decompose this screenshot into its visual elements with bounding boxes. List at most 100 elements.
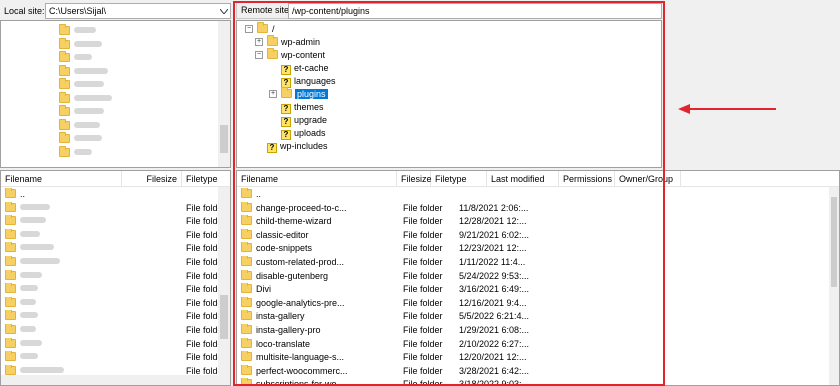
folder-icon <box>5 188 16 198</box>
file-name: .. <box>20 189 26 199</box>
redacted-text <box>20 244 54 251</box>
file-type: File folder <box>186 257 218 267</box>
local-file-row[interactable]: File folder <box>1 283 218 297</box>
local-path-dropdown-icon[interactable] <box>218 4 230 18</box>
folder-icon <box>5 310 16 321</box>
redacted-text <box>74 81 104 87</box>
local-tree-item[interactable] <box>59 105 104 119</box>
local-file-row[interactable]: File folder <box>1 310 218 324</box>
file-type: File folder <box>186 338 218 349</box>
redacted-text <box>20 217 46 224</box>
folder-icon <box>5 201 16 212</box>
local-file-row[interactable]: File folder <box>1 201 218 216</box>
local-list-scrollbar[interactable] <box>218 187 230 375</box>
local-tree-item[interactable] <box>59 78 104 92</box>
redacted-text <box>74 27 96 33</box>
folder-icon <box>5 228 16 239</box>
local-site-label: Local site: <box>4 6 45 16</box>
redacted-text <box>20 326 36 332</box>
redacted-text <box>20 203 50 210</box>
file-type: File folder <box>186 284 218 295</box>
file-type: File folder <box>186 229 218 240</box>
redacted-text <box>20 285 38 292</box>
local-tree-item[interactable] <box>59 51 92 65</box>
local-tree-item[interactable] <box>59 91 112 106</box>
folder-icon <box>59 37 70 49</box>
redacted-text <box>74 121 100 128</box>
redacted-text <box>74 135 102 141</box>
folder-icon <box>59 78 70 89</box>
folder-icon <box>59 91 70 103</box>
highlight-box <box>233 1 665 386</box>
local-tree-panel[interactable] <box>0 20 231 168</box>
local-col-filetype[interactable]: Filetype <box>182 171 230 187</box>
redacted-text <box>20 339 42 346</box>
local-tree-scrollbar[interactable] <box>218 21 230 167</box>
local-path-input[interactable]: C:\Users\Sijal\ <box>45 3 231 19</box>
local-file-row[interactable]: File folder <box>1 256 218 270</box>
local-tree-scroll-thumb[interactable] <box>220 125 228 153</box>
local-file-row[interactable]: File folder <box>1 269 218 284</box>
folder-icon <box>5 296 16 307</box>
folder-icon <box>5 351 16 362</box>
folder-icon <box>59 24 70 35</box>
local-tree-item[interactable] <box>59 37 102 52</box>
redacted-text <box>74 148 92 155</box>
folder-icon <box>59 145 70 157</box>
folder-icon <box>5 269 16 280</box>
folder-icon <box>5 364 16 375</box>
local-file-row[interactable]: File folder <box>1 215 218 229</box>
redacted-text <box>74 40 102 47</box>
local-list-scroll-thumb[interactable] <box>220 295 228 339</box>
local-file-row[interactable]: .. <box>1 188 218 202</box>
red-arrow-icon <box>678 104 776 114</box>
redacted-text <box>20 366 64 373</box>
remote-list-scrollbar[interactable] <box>829 187 839 385</box>
local-col-filename[interactable]: Filename <box>1 171 122 187</box>
file-type: File folder <box>186 270 218 281</box>
local-tree-item[interactable] <box>59 24 96 38</box>
file-type: File folder <box>186 297 218 308</box>
local-file-row[interactable]: File folder <box>1 337 218 352</box>
local-path-text: C:\Users\Sijal\ <box>49 6 107 16</box>
local-file-row[interactable]: File folder <box>1 351 218 365</box>
local-file-list[interactable]: Filename Filesize Filetype .. File folder… <box>0 170 231 386</box>
file-type: File folder <box>186 365 218 375</box>
redacted-text <box>20 230 40 237</box>
local-tree-item[interactable] <box>59 118 100 133</box>
folder-icon <box>5 256 16 266</box>
folder-icon <box>59 64 70 76</box>
folder-icon <box>5 337 16 348</box>
local-file-row[interactable]: File folder <box>1 364 218 375</box>
folder-icon <box>5 242 16 253</box>
file-type: File folder <box>186 243 218 254</box>
local-tree-item[interactable] <box>59 145 92 160</box>
remote-list-scroll-thumb[interactable] <box>831 197 837 287</box>
local-tree-item[interactable] <box>59 64 108 79</box>
folder-icon <box>59 51 70 62</box>
redacted-text <box>74 67 108 74</box>
local-list-hscrollbar[interactable] <box>1 375 230 385</box>
local-col-filesize[interactable]: Filesize <box>122 171 182 187</box>
redacted-text <box>20 258 60 264</box>
local-file-row[interactable]: File folder <box>1 324 218 338</box>
redacted-text <box>74 94 112 101</box>
redacted-text <box>20 271 42 278</box>
redacted-text <box>20 353 38 360</box>
file-type: File folder <box>186 311 218 322</box>
local-file-row[interactable]: File folder <box>1 242 218 256</box>
folder-icon <box>5 283 16 294</box>
file-type: File folder <box>186 216 218 227</box>
folder-icon <box>5 215 16 226</box>
redacted-text <box>74 54 92 60</box>
file-type: File folder <box>186 202 218 213</box>
local-file-row[interactable]: File folder <box>1 296 218 311</box>
folder-icon <box>5 324 16 334</box>
file-type: File folder <box>186 325 218 335</box>
local-tree-item[interactable] <box>59 132 102 146</box>
local-file-row[interactable]: File folder <box>1 228 218 243</box>
redacted-text <box>74 108 104 114</box>
folder-icon <box>59 105 70 116</box>
folder-icon <box>59 132 70 143</box>
redacted-text <box>20 312 38 319</box>
